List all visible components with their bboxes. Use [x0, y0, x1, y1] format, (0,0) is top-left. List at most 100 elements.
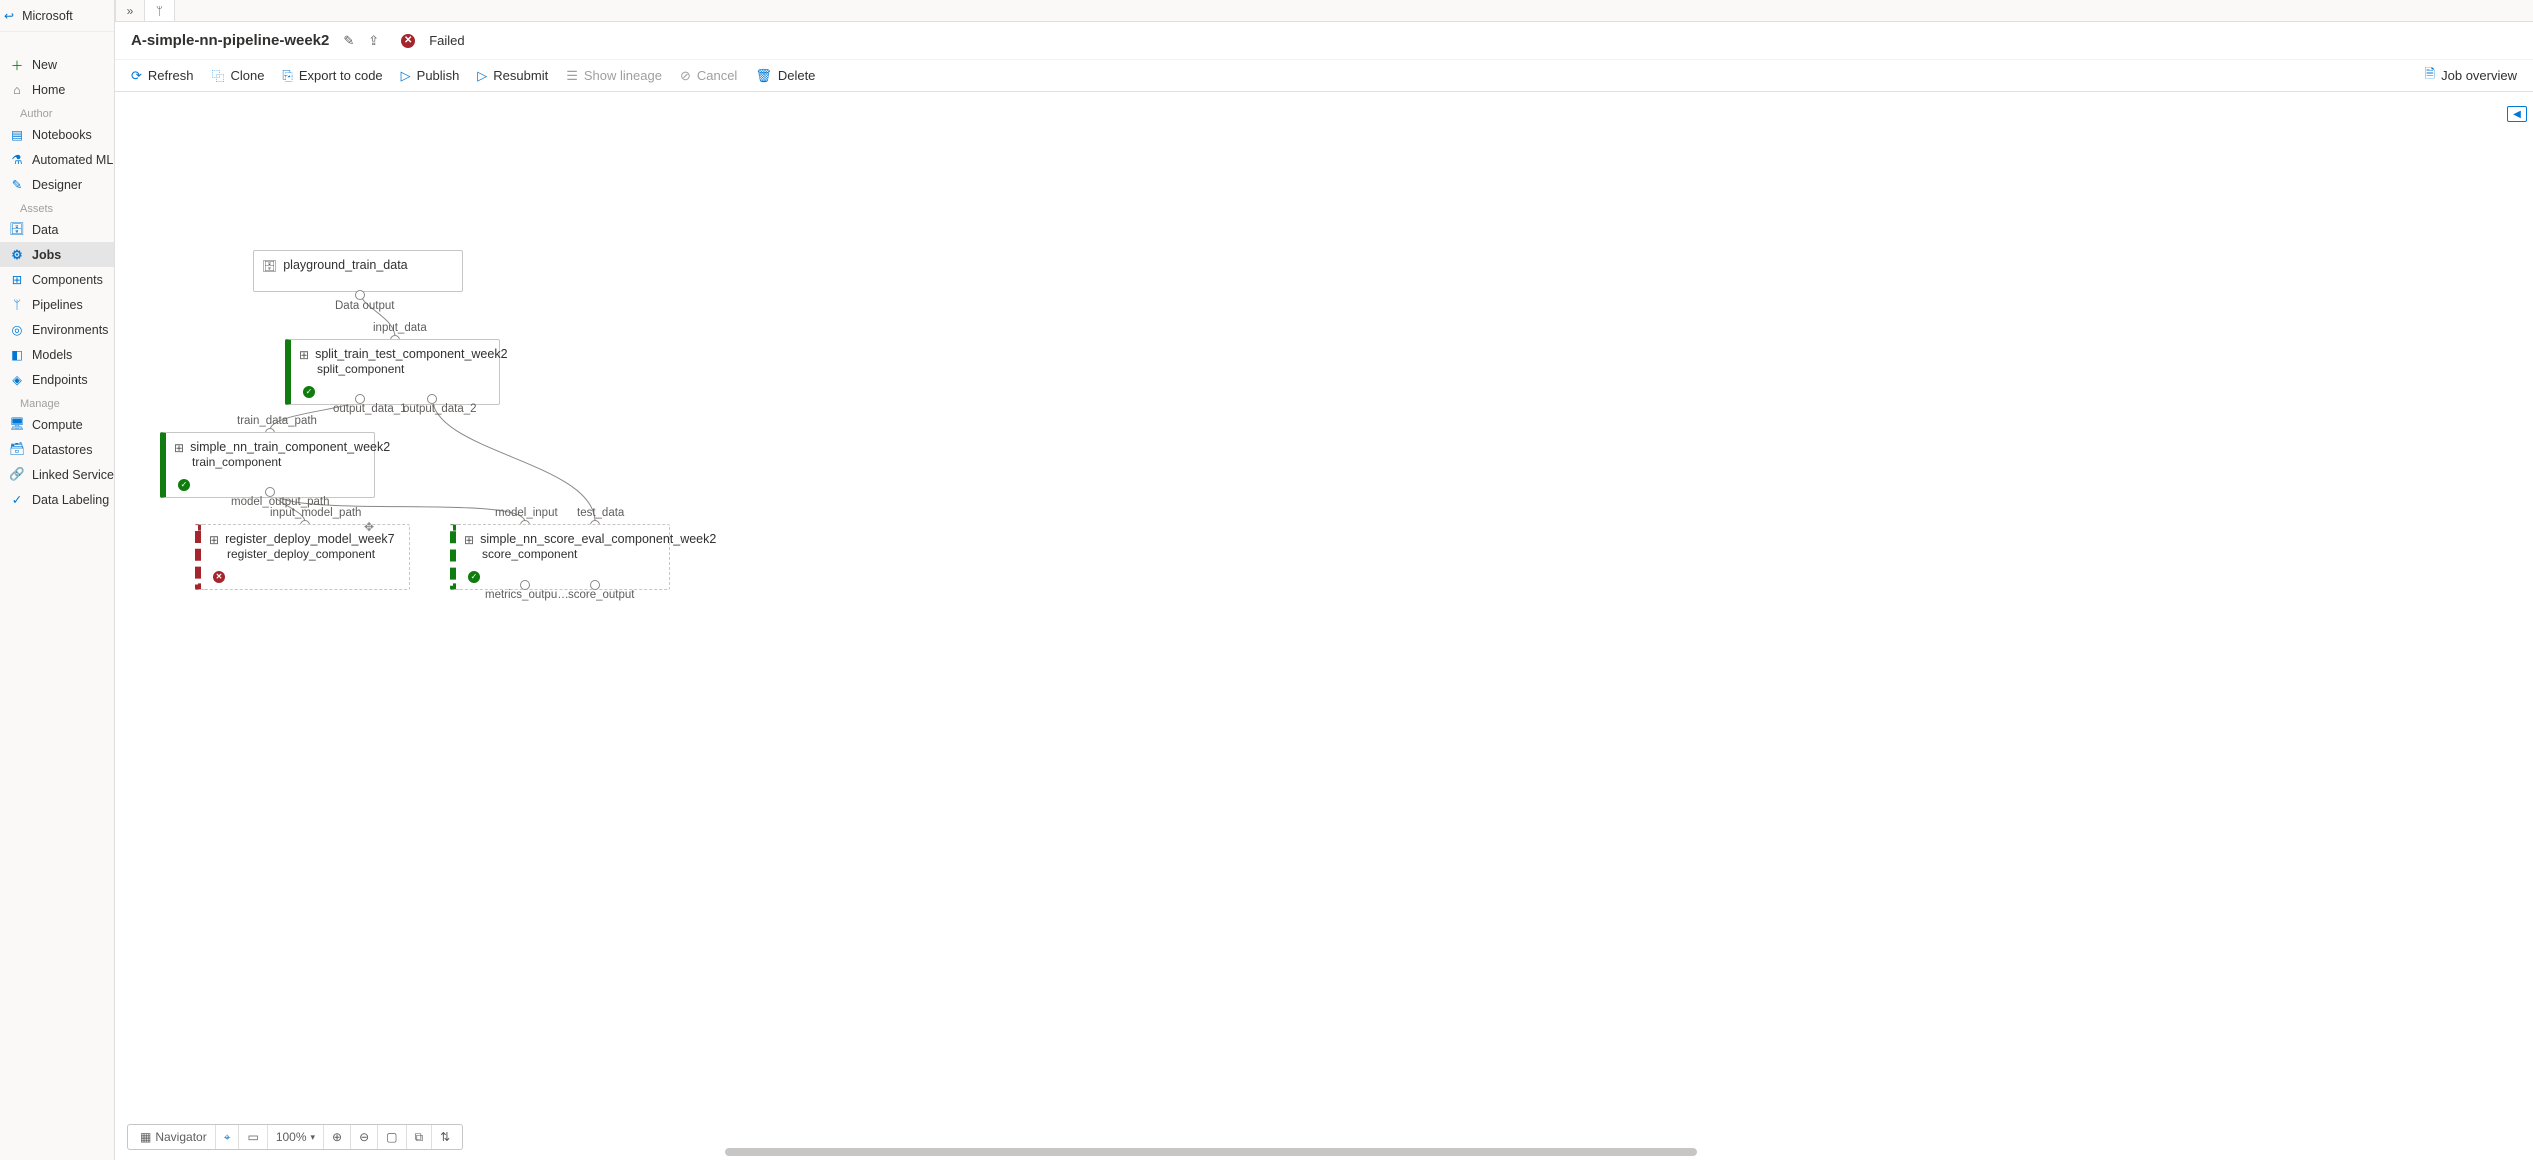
nav-pipelines[interactable]: ᛘ Pipelines: [0, 292, 114, 317]
endpoints-icon: ◈: [10, 372, 24, 387]
node-score-title: simple_nn_score_eval_component_week2: [480, 532, 716, 546]
nav-designer-label: Designer: [32, 178, 82, 192]
cancel-icon: ⊘: [680, 68, 691, 84]
home-icon: ⌂: [10, 83, 24, 97]
tab-pipeline[interactable]: ᛘ: [145, 0, 175, 21]
nav-automl-label: Automated ML: [32, 153, 113, 167]
nav-models[interactable]: ◧ Models: [0, 342, 114, 367]
navigator-icon: ▦: [140, 1130, 151, 1144]
main-area: » ᛘ A-simple-nn-pipeline-week2 ✎ ⇪ ✕ Fai…: [115, 0, 2533, 1160]
dataset-icon: 🗄: [262, 259, 277, 273]
node-score[interactable]: ⊞simple_nn_score_eval_component_week2 sc…: [450, 524, 670, 590]
export-icon: ⎘: [282, 68, 292, 84]
delete-icon: 🗑: [755, 68, 772, 84]
status-ok-icon: ✓: [468, 571, 480, 583]
pan-mode-button[interactable]: ▭: [239, 1125, 267, 1149]
nav-automated-ml[interactable]: ⚗ Automated ML: [0, 147, 114, 172]
port-score-out2-label: score_output: [568, 589, 635, 601]
node-train-sub: train_component: [192, 455, 366, 469]
port-score-out1-label: metrics_outpu…: [485, 589, 569, 601]
nav-new[interactable]: ＋ New: [0, 52, 114, 77]
cursor-mode-button[interactable]: ⌖: [216, 1125, 240, 1149]
zoom-dropdown[interactable]: 100% ▾: [268, 1125, 324, 1149]
environments-icon: ◎: [10, 322, 24, 337]
notebooks-icon: ▤: [10, 127, 24, 142]
tab-expand[interactable]: »: [115, 0, 145, 21]
nav-notebooks[interactable]: ▤ Notebooks: [0, 122, 114, 147]
port-train-in-label: train_data_path: [237, 415, 317, 427]
edges: [115, 92, 2533, 1160]
component-icon: ⊞: [464, 533, 474, 547]
node-register-title: register_deploy_model_week7: [225, 532, 395, 546]
status-failed-label: Failed: [429, 33, 464, 48]
job-overview-button[interactable]: 🗎Job overview: [2425, 65, 2517, 87]
port-score-in1-label: model_input: [495, 507, 558, 519]
navigator-button[interactable]: ▦Navigator: [132, 1125, 216, 1149]
edit-title-icon[interactable]: ✎: [343, 33, 354, 49]
port-split-out2-label: output_data_2: [403, 403, 477, 415]
status-error-icon: ✕: [213, 571, 225, 583]
h-scrollbar[interactable]: [725, 1147, 2493, 1157]
port-data-out[interactable]: [355, 290, 365, 300]
nav-pipelines-label: Pipelines: [32, 298, 83, 312]
data-icon: 🗄: [10, 222, 24, 237]
export-button[interactable]: ⎘Export to code: [282, 68, 382, 84]
cancel-button: ⊘Cancel: [680, 68, 737, 84]
publish-button[interactable]: ▷Publish: [401, 68, 460, 84]
nav-home[interactable]: ⌂ Home: [0, 77, 114, 102]
node-split[interactable]: ⊞split_train_test_component_week2 split_…: [285, 339, 500, 405]
nav-linked-services[interactable]: 🔗 Linked Services: [0, 462, 114, 487]
zoom-in-button[interactable]: ⊕: [324, 1125, 351, 1149]
delete-button[interactable]: 🗑Delete: [755, 68, 815, 84]
lineage-icon: ☰: [566, 68, 578, 84]
auto-layout-button[interactable]: ⇅: [432, 1125, 458, 1149]
cursor-icon: ⌖: [224, 1130, 231, 1145]
node-score-sub: score_component: [482, 547, 661, 561]
pipelines-icon: ᛘ: [10, 298, 24, 312]
fit-icon: ▢: [386, 1130, 397, 1144]
zoom-out-button[interactable]: ⊖: [351, 1125, 378, 1149]
canvas[interactable]: ◀ 🗄playground_train_data Data output: [115, 92, 2533, 1160]
h-scrollbar-thumb[interactable]: [725, 1148, 1697, 1156]
nav-data-labeling[interactable]: ✓ Data Labeling: [0, 487, 114, 512]
nav-notebooks-label: Notebooks: [32, 128, 92, 142]
resubmit-icon: ▷: [477, 68, 487, 84]
node-split-title: split_train_test_component_week2: [315, 347, 507, 361]
nav-datastores[interactable]: 🗃 Datastores: [0, 437, 114, 462]
toolbar: ⟳Refresh ⿻Clone ⎘Export to code ▷Publish…: [115, 60, 2533, 92]
port-score-in2-label: test_data: [577, 507, 624, 519]
nav-compute-label: Compute: [32, 418, 83, 432]
nav-data-label: Data: [32, 223, 58, 237]
nav-endpoints-label: Endpoints: [32, 373, 88, 387]
node-register-sub: register_deploy_component: [227, 547, 401, 561]
node-register[interactable]: ⊞register_deploy_model_week7 register_de…: [195, 524, 410, 590]
node-playground-train-data[interactable]: 🗄playground_train_data: [253, 250, 463, 292]
status-ok-icon: ✓: [303, 386, 315, 398]
clone-button[interactable]: ⿻Clone: [211, 66, 264, 85]
actual-size-icon: ⧉: [415, 1130, 424, 1145]
components-icon: ⊞: [10, 272, 24, 287]
nav-data[interactable]: 🗄 Data: [0, 217, 114, 242]
back-arrow-icon[interactable]: ↩: [4, 9, 14, 23]
automl-icon: ⚗: [10, 152, 24, 167]
nav-endpoints[interactable]: ◈ Endpoints: [0, 367, 114, 392]
node-train-title: simple_nn_train_component_week2: [190, 440, 390, 454]
nav-home-label: Home: [32, 83, 65, 97]
nav-compute[interactable]: 🖥 Compute: [0, 412, 114, 437]
nav-designer[interactable]: ✎ Designer: [0, 172, 114, 197]
nav-components[interactable]: ⊞ Components: [0, 267, 114, 292]
tab-bar: » ᛘ: [115, 0, 2533, 22]
canvas-controls: ▦Navigator ⌖ ▭ 100% ▾ ⊕ ⊖ ▢ ⧉ ⇅: [127, 1124, 463, 1150]
refresh-button[interactable]: ⟳Refresh: [131, 68, 193, 84]
open-panel-button[interactable]: ◀: [2507, 106, 2527, 122]
actual-size-button[interactable]: ⧉: [407, 1125, 433, 1149]
nav-jobs[interactable]: ⚙ Jobs: [0, 242, 114, 267]
nav-environments[interactable]: ◎ Environments: [0, 317, 114, 342]
share-icon[interactable]: ⇪: [368, 33, 379, 49]
port-split-in-label: input_data: [373, 322, 427, 334]
resubmit-button[interactable]: ▷Resubmit: [477, 68, 548, 84]
component-icon: ⊞: [299, 348, 309, 362]
auto-layout-icon: ⇅: [440, 1130, 450, 1144]
fit-button[interactable]: ▢: [378, 1125, 406, 1149]
overview-icon: 🗎: [2425, 65, 2435, 87]
